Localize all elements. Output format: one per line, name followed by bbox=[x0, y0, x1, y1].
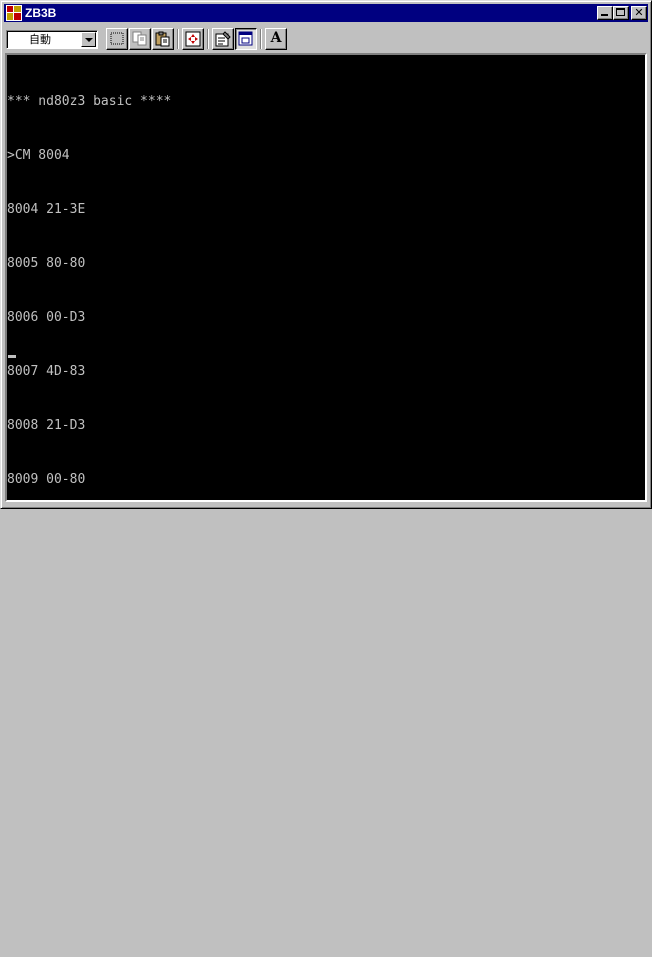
terminal-line: 8007 4D-83 bbox=[7, 364, 86, 379]
close-button[interactable]: ✕ bbox=[631, 6, 647, 20]
terminal-line: 800E 80-08 bbox=[7, 742, 86, 757]
app-icon[interactable] bbox=[6, 5, 22, 21]
terminal-line: 800A 00-3C bbox=[7, 526, 86, 541]
terminal-line: 8005 80-80 bbox=[7, 256, 86, 271]
title-bar[interactable]: ZB3B ✕ bbox=[4, 4, 648, 22]
maximize-icon bbox=[616, 8, 625, 16]
text-cursor bbox=[8, 355, 16, 358]
terminal-line: 8008 21-D3 bbox=[7, 418, 86, 433]
properties-icon bbox=[215, 31, 231, 47]
terminal-line: 800C 69-80 bbox=[7, 634, 86, 649]
toolbar-separator bbox=[177, 29, 179, 49]
toolbar: 自動 A bbox=[4, 25, 648, 53]
maximize-button[interactable] bbox=[613, 6, 629, 20]
select-rect-icon bbox=[110, 32, 124, 45]
terminal-line: 8004 21-3E bbox=[7, 202, 86, 217]
toolbar-separator bbox=[207, 29, 209, 49]
chevron-down-icon[interactable] bbox=[81, 32, 96, 47]
copy-button[interactable] bbox=[129, 28, 151, 50]
mode-select-value: 自動 bbox=[29, 33, 51, 46]
terminal-line: *** nd80z3 basic **** bbox=[7, 94, 172, 109]
terminal-line: 8009 00-80 bbox=[7, 472, 86, 487]
properties-button[interactable] bbox=[212, 28, 234, 50]
terminal-output[interactable]: *** nd80z3 basic **** >CM 8004 8004 21-3… bbox=[5, 53, 647, 919]
fullscreen-icon bbox=[185, 31, 201, 47]
minimize-button[interactable] bbox=[597, 6, 613, 20]
window-toggle-icon bbox=[238, 31, 253, 46]
window-toggle-button[interactable] bbox=[235, 28, 257, 50]
terminal-line: 800F 00-80 bbox=[7, 796, 86, 811]
terminal-line: 8010 4D- bbox=[7, 850, 70, 865]
terminal-line: >JP 8004 bbox=[7, 904, 70, 919]
paste-icon bbox=[155, 31, 170, 47]
terminal-line: 800B ED-D3 bbox=[7, 580, 86, 595]
terminal-lines: *** nd80z3 basic **** >CM 8004 8004 21-3… bbox=[7, 57, 171, 957]
font-button[interactable]: A bbox=[265, 28, 287, 50]
terminal-line: 8006 00-D3 bbox=[7, 310, 86, 325]
minimize-icon bbox=[601, 14, 608, 16]
fullscreen-button[interactable] bbox=[182, 28, 204, 50]
terminal-line: >CM 8004 bbox=[7, 148, 70, 163]
app-window: ZB3B ✕ 自動 A *** nd80z3 basic **** >CM 80… bbox=[0, 0, 652, 919]
close-icon: ✕ bbox=[634, 6, 644, 19]
mode-select[interactable]: 自動 bbox=[6, 30, 98, 49]
terminal-line: 800D 21-C3 bbox=[7, 688, 86, 703]
font-icon: A bbox=[270, 30, 282, 46]
paste-button[interactable] bbox=[152, 28, 174, 50]
copy-icon bbox=[132, 31, 147, 46]
toolbar-separator bbox=[260, 29, 262, 49]
window-title: ZB3B bbox=[25, 6, 57, 20]
select-rect-button[interactable] bbox=[106, 28, 128, 50]
